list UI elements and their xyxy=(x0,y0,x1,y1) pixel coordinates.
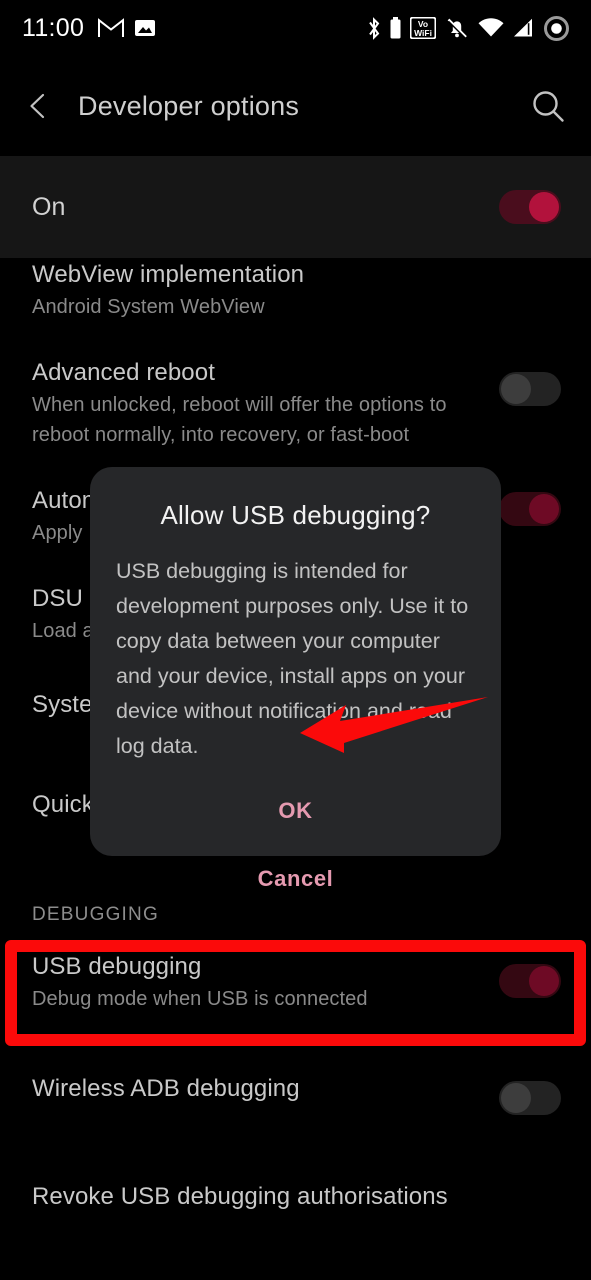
status-right-icon-group: Vo WiFi xyxy=(367,15,569,41)
back-chevron-icon[interactable] xyxy=(26,93,52,119)
dialog-cancel-button[interactable]: Cancel xyxy=(114,866,477,892)
phone-screen: 11:00 Vo WiFi Developer options On WebVi… xyxy=(0,0,591,1280)
page-title: Developer options xyxy=(78,90,300,121)
image-icon xyxy=(135,20,156,36)
dialog-ok-button[interactable]: OK xyxy=(114,798,477,824)
dialog-title: Allow USB debugging? xyxy=(160,500,431,530)
row-usb-debugging[interactable]: USB debugging Debug mode when USB is con… xyxy=(0,926,591,1036)
row-webview-implementation[interactable]: WebView implementation Android System We… xyxy=(0,258,591,342)
row-subtitle: Android System WebView xyxy=(32,296,265,318)
wifi-icon xyxy=(478,18,504,37)
signal-icon xyxy=(514,18,532,37)
mute-bell-icon xyxy=(447,18,467,40)
usb-debugging-toggle[interactable] xyxy=(499,964,561,998)
master-toggle-switch[interactable] xyxy=(499,190,561,224)
advanced-reboot-toggle[interactable] xyxy=(499,372,561,406)
gmail-icon xyxy=(98,18,125,37)
usb-debugging-dialog: Allow USB debugging? USB debugging is in… xyxy=(90,467,501,891)
row-subtitle: Debug mode when USB is connected xyxy=(32,988,368,1010)
automatic-updates-toggle[interactable] xyxy=(499,492,561,526)
circle-indicator-icon xyxy=(544,15,569,41)
row-title: WebView implementation xyxy=(32,261,305,288)
row-subtitle: When unlocked, reboot will offer the opt… xyxy=(32,394,447,446)
row-title: USB debugging xyxy=(32,953,202,980)
toggle-knob xyxy=(529,192,559,222)
search-icon[interactable] xyxy=(531,89,565,123)
status-bar: 11:00 Vo WiFi xyxy=(0,0,591,56)
row-title: Wireless ADB debugging xyxy=(32,1075,300,1102)
app-bar: Developer options xyxy=(0,56,591,156)
battery-small-icon xyxy=(390,17,401,39)
toggle-knob xyxy=(529,966,559,996)
svg-text:WiFi: WiFi xyxy=(414,28,432,38)
toggle-knob xyxy=(501,1083,531,1113)
row-title: Advanced reboot xyxy=(32,359,215,386)
toggle-knob xyxy=(501,374,531,404)
row-advanced-reboot[interactable]: Advanced reboot When unlocked, reboot wi… xyxy=(0,342,591,470)
row-wireless-debugging[interactable]: Wireless debugging xyxy=(0,1234,591,1280)
status-clock: 11:00 xyxy=(22,13,85,42)
section-header-debugging: DEBUGGING xyxy=(32,904,159,925)
master-toggle-label: On xyxy=(32,192,66,221)
status-left-icon-group xyxy=(98,18,156,38)
dialog-body-text: USB debugging is intended for developmen… xyxy=(116,559,469,758)
wireless-adb-toggle[interactable] xyxy=(499,1081,561,1115)
toggle-knob xyxy=(529,494,559,524)
master-toggle-row[interactable]: On xyxy=(0,156,591,258)
row-wireless-adb-debugging[interactable]: Wireless ADB debugging xyxy=(0,1036,591,1134)
bluetooth-icon xyxy=(369,16,380,40)
row-revoke-usb-authorisations[interactable]: Revoke USB debugging authorisations xyxy=(0,1134,591,1234)
vowifi-icon: Vo WiFi xyxy=(410,17,436,39)
row-title: Revoke USB debugging authorisations xyxy=(32,1183,448,1210)
